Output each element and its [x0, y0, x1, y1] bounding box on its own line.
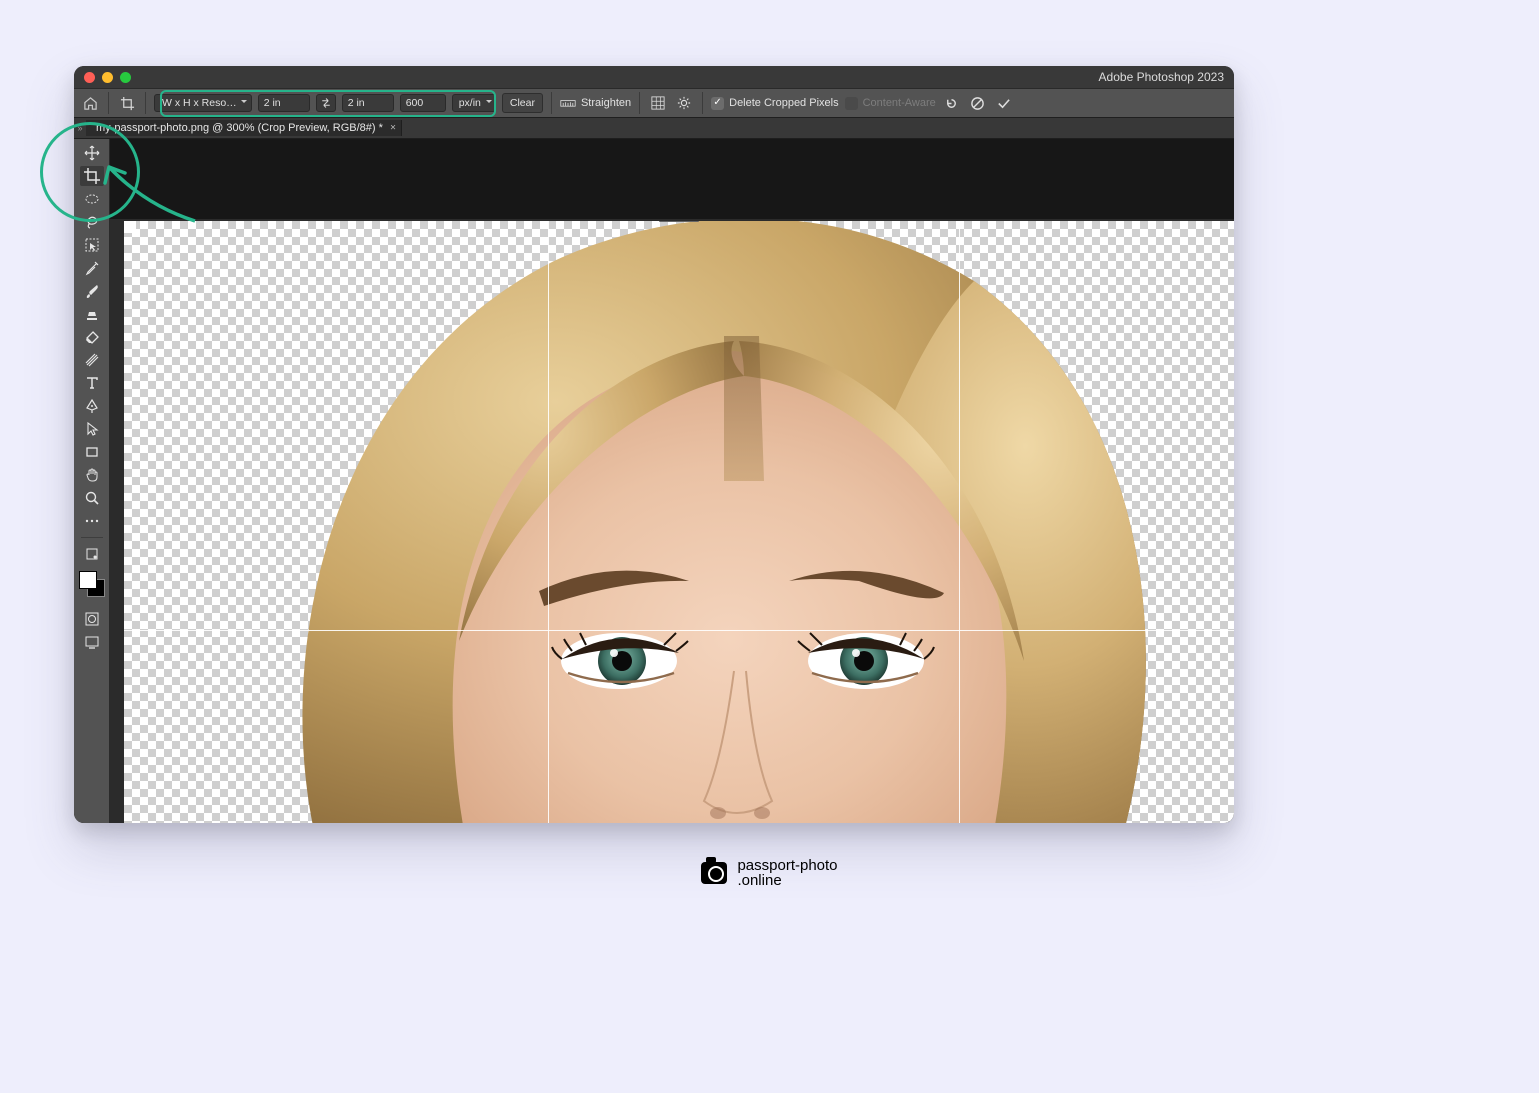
expand-panels-icon[interactable]: » [74, 123, 86, 133]
divider [145, 92, 146, 114]
content-aware-checkbox: Content-Aware [845, 97, 936, 110]
minimize-icon[interactable] [102, 72, 113, 83]
more-tools-icon[interactable] [80, 511, 104, 531]
swap-dimensions-button[interactable] [316, 94, 336, 112]
toolbar-separator [81, 537, 103, 538]
resolution-unit-dropdown[interactable]: px/in [452, 94, 496, 112]
zoom-tool[interactable] [80, 488, 104, 508]
footer-branding: passport-photo .online [0, 858, 1539, 888]
close-icon[interactable] [84, 72, 95, 83]
quick-mask-icon[interactable] [80, 609, 104, 629]
home-icon[interactable] [80, 93, 100, 113]
camera-icon [701, 862, 727, 884]
brand-line1: passport-photo [737, 858, 837, 873]
screen-mode-icon[interactable] [80, 632, 104, 652]
photo-content [124, 221, 1234, 823]
commit-crop-icon[interactable] [994, 93, 1014, 113]
work-area [74, 139, 1234, 823]
crop-grid-line [124, 630, 1234, 631]
divider [702, 92, 703, 114]
crop-height-field[interactable]: 2 in [342, 94, 394, 112]
tools-panel [74, 139, 110, 823]
resolution-field[interactable]: 600 [400, 94, 446, 112]
crop-width-field[interactable]: 2 in [258, 94, 310, 112]
crop-settings-icon[interactable] [674, 93, 694, 113]
document-tab-label: my-passport-photo.png @ 300% (Crop Previ… [96, 122, 383, 134]
crop-preset-dropdown[interactable]: W x H x Reso… [154, 94, 252, 112]
lasso-tool[interactable] [80, 212, 104, 232]
eyedropper-tool[interactable] [80, 258, 104, 278]
cancel-crop-icon[interactable] [968, 93, 988, 113]
document-tab[interactable]: my-passport-photo.png @ 300% (Crop Previ… [86, 120, 402, 136]
checkbox-icon [711, 97, 724, 110]
brand-line2: .online [737, 873, 837, 888]
move-tool[interactable] [80, 143, 104, 163]
content-aware-label: Content-Aware [863, 97, 936, 109]
options-bar: W x H x Reso… 2 in 2 in 600 px/in Clear … [74, 88, 1234, 118]
crop-grid-line [959, 221, 960, 823]
divider [551, 92, 552, 114]
eraser-tool[interactable] [80, 327, 104, 347]
marquee-tool[interactable] [80, 189, 104, 209]
straighten-icon [560, 97, 576, 109]
app-title: Adobe Photoshop 2023 [1099, 70, 1224, 84]
clear-button[interactable]: Clear [502, 93, 543, 113]
divider [639, 92, 640, 114]
straighten-label: Straighten [581, 97, 631, 109]
rectangle-tool[interactable] [80, 442, 104, 462]
foreground-color-swatch[interactable] [79, 571, 97, 589]
checkbox-icon [845, 97, 858, 110]
crop-tool-icon[interactable] [117, 93, 137, 113]
crop-handle-top[interactable] [659, 221, 699, 222]
gradient-tool[interactable] [80, 350, 104, 370]
canvas-pasteboard [110, 139, 1234, 219]
document-canvas[interactable] [124, 221, 1234, 823]
hand-tool[interactable] [80, 465, 104, 485]
clone-stamp-tool[interactable] [80, 304, 104, 324]
canvas-area[interactable] [110, 139, 1234, 823]
window-controls [84, 72, 131, 83]
path-select-tool[interactable] [80, 419, 104, 439]
crop-grid-line [548, 221, 549, 823]
crop-handle-top-left[interactable] [124, 221, 136, 233]
close-tab-icon[interactable]: × [390, 123, 396, 134]
edit-toolbar-icon[interactable] [80, 544, 104, 564]
crop-tool[interactable] [80, 166, 104, 186]
type-tool[interactable] [80, 373, 104, 393]
photoshop-window: Adobe Photoshop 2023 W x H x Reso… 2 in … [74, 66, 1234, 823]
object-select-tool[interactable] [80, 235, 104, 255]
color-swatches[interactable] [79, 571, 105, 597]
delete-cropped-label: Delete Cropped Pixels [729, 97, 838, 109]
brush-tool[interactable] [80, 281, 104, 301]
reset-crop-icon[interactable] [942, 93, 962, 113]
grid-overlay-icon[interactable] [648, 93, 668, 113]
straighten-button[interactable]: Straighten [560, 97, 631, 109]
pen-tool[interactable] [80, 396, 104, 416]
divider [108, 92, 109, 114]
maximize-icon[interactable] [120, 72, 131, 83]
delete-cropped-checkbox[interactable]: Delete Cropped Pixels [711, 97, 838, 110]
titlebar: Adobe Photoshop 2023 [74, 66, 1234, 88]
tab-strip: » my-passport-photo.png @ 300% (Crop Pre… [74, 118, 1234, 139]
